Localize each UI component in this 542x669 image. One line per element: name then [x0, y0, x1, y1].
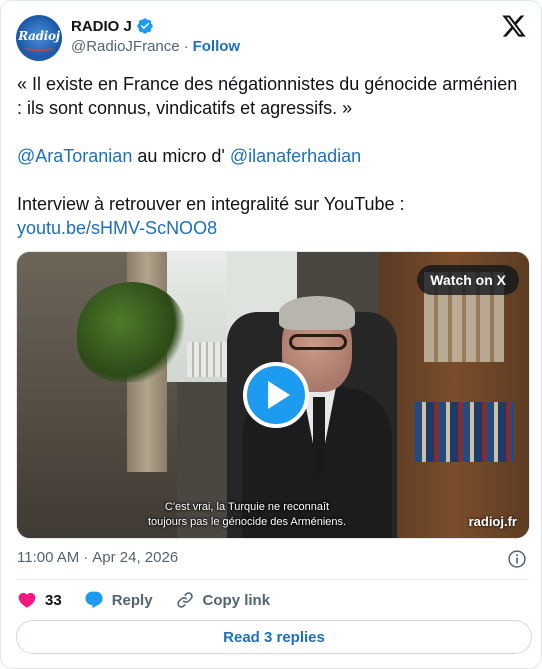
handle-row: @RadioJFrance · Follow	[71, 38, 240, 55]
author-name-row: RADIO J	[71, 17, 154, 35]
tweet-card: Radioj RADIO J @RadioJFrance · Follow « …	[0, 0, 542, 669]
tweet-quote: « Il existe en France des négationnistes…	[17, 74, 518, 118]
timestamp-separator: ·	[83, 549, 89, 566]
watch-on-x-button[interactable]: Watch on X	[417, 265, 519, 295]
heart-icon	[18, 592, 36, 608]
video-scene-plant	[77, 282, 187, 382]
tweet-interview-line: Interview à retrouver en integralité sur…	[17, 194, 405, 214]
action-bar: 33 Reply Copy link	[17, 589, 292, 611]
avatar-swirl	[24, 45, 54, 51]
tweet-text: « Il existe en France des négationnistes…	[17, 72, 522, 240]
follow-button[interactable]: Follow	[193, 38, 241, 55]
video-subtitle: C'est vrai, la Turquie ne reconnaît touj…	[17, 500, 417, 530]
youtube-link[interactable]: youtu.be/sHMV-ScNOO8	[17, 218, 217, 238]
like-count: 33	[45, 591, 62, 609]
reply-button[interactable]: Reply	[84, 590, 153, 610]
video-scene-glasses	[289, 334, 347, 350]
tweet-mentions-line: @AraToranian au micro d' @ilanaferhadian	[17, 144, 522, 168]
subtitle-line-2: toujours pas le génocide des Arméniens.	[147, 516, 347, 528]
timestamp-date: Apr 24, 2026	[92, 549, 179, 566]
timestamp-time: 11:00 AM	[17, 549, 80, 566]
x-logo-icon[interactable]	[501, 13, 527, 39]
reply-icon	[85, 591, 103, 609]
link-icon	[176, 592, 193, 608]
verified-icon	[137, 18, 153, 34]
display-name[interactable]: RADIO J	[71, 18, 132, 35]
play-button[interactable]	[243, 362, 309, 428]
avatar[interactable]: Radioj	[16, 15, 62, 61]
read-replies-button[interactable]: Read 3 replies	[16, 620, 532, 654]
handle-separator: ·	[183, 38, 189, 55]
divider	[17, 579, 527, 580]
video-player[interactable]: Watch on X C'est vrai, la Turquie ne rec…	[16, 251, 530, 539]
video-watermark: radioj.fr	[468, 514, 517, 529]
info-icon[interactable]	[507, 549, 527, 569]
subtitle-line-1: C'est vrai, la Turquie ne reconnaît	[164, 501, 330, 513]
mention-aratoranian[interactable]: @AraToranian	[17, 146, 132, 166]
video-scene-hair	[279, 296, 355, 330]
video-scene-books-lower	[414, 402, 514, 462]
mention-connector: au micro d'	[132, 146, 230, 166]
play-icon	[268, 381, 290, 409]
mention-ilanaferhadian[interactable]: @ilanaferhadian	[230, 146, 361, 166]
video-scene-tie	[313, 397, 325, 477]
copy-link-button[interactable]: Copy link	[175, 590, 271, 610]
timestamp[interactable]: 11:00 AM · Apr 24, 2026	[17, 549, 178, 566]
like-button[interactable]: 33	[17, 590, 62, 610]
avatar-logo-text: Radioj	[18, 29, 60, 43]
handle[interactable]: @RadioJFrance	[71, 38, 180, 55]
copy-link-label: Copy link	[202, 591, 271, 609]
reply-label: Reply	[111, 591, 153, 609]
